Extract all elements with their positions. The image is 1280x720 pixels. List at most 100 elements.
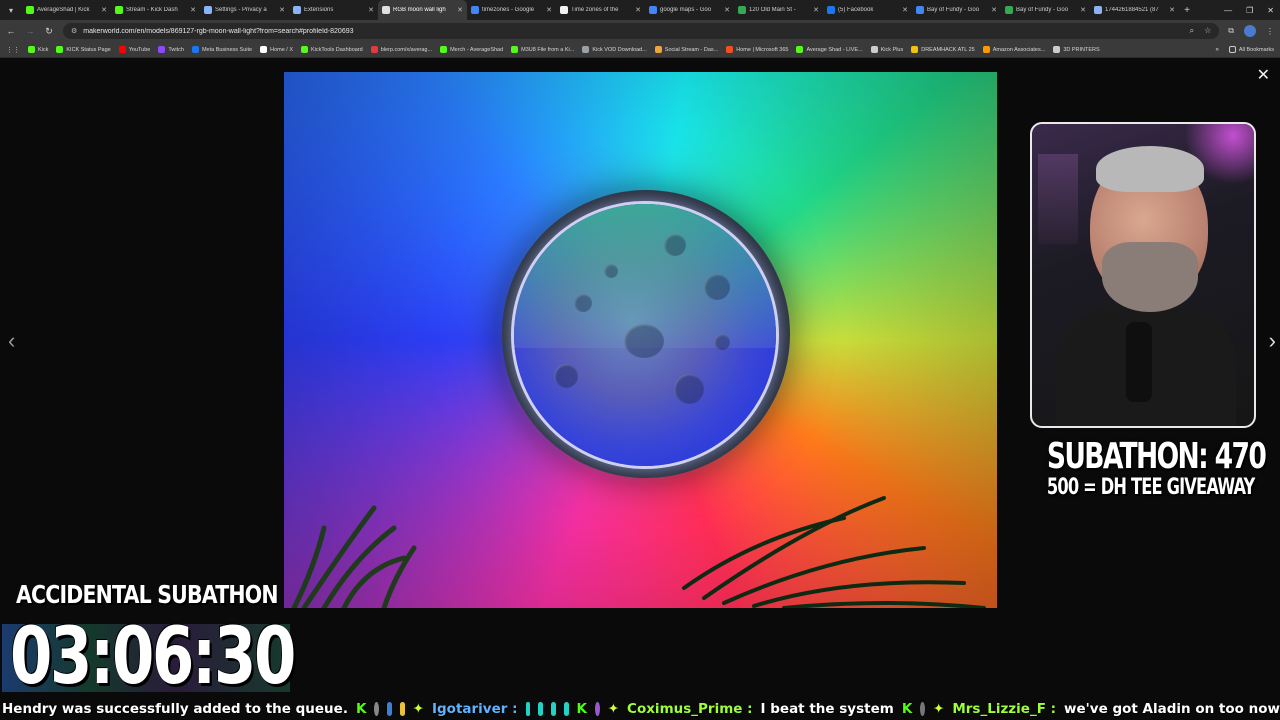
next-image-icon[interactable]: › bbox=[1269, 328, 1276, 354]
moon-crater bbox=[664, 234, 686, 256]
more-bookmarks-icon[interactable]: » bbox=[1216, 47, 1219, 53]
subathon-count: SUBATHON: 470 bbox=[1046, 436, 1267, 477]
browser-tab[interactable]: google maps - Goo ✕ bbox=[645, 0, 734, 20]
close-lightbox-icon[interactable]: ✕ bbox=[1257, 68, 1270, 84]
bookmark-item[interactable]: Merch - AverageShad bbox=[440, 46, 503, 53]
address-url[interactable]: makerworld.com/en/models/869127-rgb-moon… bbox=[83, 28, 1183, 35]
streamer-beard bbox=[1102, 242, 1198, 312]
tab-close-icon[interactable]: ✕ bbox=[1080, 6, 1086, 14]
previous-image-icon[interactable]: ‹ bbox=[8, 328, 15, 354]
tab-label: Bay of Fundy - Goo bbox=[1016, 7, 1069, 13]
tab-close-icon[interactable]: ✕ bbox=[902, 6, 908, 14]
menu-icon[interactable]: ⋮ bbox=[1266, 27, 1274, 36]
bookmark-item[interactable]: DREAMHACK ATL 25 bbox=[911, 46, 975, 53]
browser-tab[interactable]: Stream - Kick Dash ✕ bbox=[111, 0, 200, 20]
bookmark-item[interactable]: Home / X bbox=[260, 46, 293, 53]
bookmark-favicon-icon bbox=[56, 46, 64, 53]
bookmark-favicon-icon bbox=[1053, 46, 1061, 53]
profile-avatar[interactable] bbox=[1244, 25, 1256, 37]
zoom-icon[interactable]: ⌕ bbox=[1190, 26, 1194, 36]
new-tab-button[interactable]: + bbox=[1179, 5, 1195, 16]
bookmark-item[interactable]: 3D PRINTERS bbox=[1053, 46, 1100, 53]
tab-favicon-icon bbox=[26, 6, 34, 14]
bookmark-label: Kick VOD Download... bbox=[592, 46, 647, 53]
tab-close-icon[interactable]: ✕ bbox=[813, 6, 819, 14]
tab-close-icon[interactable]: ✕ bbox=[101, 6, 107, 14]
browser-tab[interactable]: timezones - Google ✕ bbox=[467, 0, 556, 20]
tab-search-icon[interactable]: ▾ bbox=[0, 0, 22, 20]
browser-tab[interactable]: Extensions ✕ bbox=[289, 0, 378, 20]
bookmark-item[interactable]: KickTools Dashboard bbox=[301, 46, 363, 53]
bookmark-label: M3U8 File from a Ki... bbox=[521, 46, 575, 53]
moon-crater bbox=[674, 374, 704, 404]
minimize-icon[interactable]: — bbox=[1224, 6, 1232, 15]
bookmark-item[interactable]: Social Stream - Das... bbox=[654, 46, 719, 53]
tab-close-icon[interactable]: ✕ bbox=[279, 6, 285, 14]
site-info-icon[interactable]: ⚙ bbox=[71, 27, 77, 35]
tab-close-icon[interactable]: ✕ bbox=[991, 6, 997, 14]
badge-icon bbox=[920, 702, 926, 716]
apps-icon[interactable]: ⋮⋮ bbox=[6, 46, 20, 54]
browser-tab[interactable]: (5) Facebook ✕ bbox=[823, 0, 912, 20]
tab-close-icon[interactable]: ✕ bbox=[368, 6, 374, 14]
browser-tab[interactable]: AverageShad | Kick ✕ bbox=[22, 0, 111, 20]
bookmark-item[interactable]: Twitch bbox=[158, 46, 184, 53]
tab-close-icon[interactable]: ✕ bbox=[724, 6, 730, 14]
bookmark-item[interactable]: Meta Business Suite bbox=[191, 46, 252, 53]
tab-favicon-icon bbox=[204, 6, 212, 14]
browser-tab[interactable]: Bay of Fundy - Goo ✕ bbox=[1001, 0, 1090, 20]
all-bookmarks-button[interactable]: All Bookmarks bbox=[1228, 46, 1274, 53]
tab-close-icon[interactable]: ✕ bbox=[635, 6, 641, 14]
bookmark-item[interactable]: YouTube bbox=[118, 46, 150, 53]
moon-crater bbox=[624, 324, 664, 358]
bookmark-favicon-icon bbox=[511, 46, 519, 53]
restore-icon[interactable]: ❐ bbox=[1246, 6, 1253, 15]
tab-close-icon[interactable]: ✕ bbox=[457, 6, 463, 14]
bookmark-star-icon[interactable]: ☆ bbox=[1204, 26, 1211, 36]
close-window-icon[interactable]: ✕ bbox=[1267, 6, 1274, 15]
bookmark-item[interactable]: KICK Status Page bbox=[56, 46, 111, 53]
tab-close-icon[interactable]: ✕ bbox=[546, 6, 552, 14]
bookmark-favicon-icon bbox=[654, 46, 662, 53]
address-bar[interactable]: ⚙ makerworld.com/en/models/869127-rgb-mo… bbox=[63, 23, 1220, 39]
bookmark-item[interactable]: Kick Plus bbox=[870, 46, 904, 53]
reload-icon[interactable]: ↻ bbox=[44, 26, 54, 37]
browser-tab[interactable]: Settings - Privacy a ✕ bbox=[200, 0, 289, 20]
bookmark-item[interactable]: Kick bbox=[28, 46, 48, 53]
bookmark-favicon-icon bbox=[301, 46, 309, 53]
bookmark-item[interactable]: Home | Microsoft 365 bbox=[726, 46, 788, 53]
bookmark-favicon-icon bbox=[796, 46, 804, 53]
bookmark-item[interactable]: Average Shad - LIVE... bbox=[796, 46, 863, 53]
bookmark-item[interactable]: Kick VOD Download... bbox=[582, 46, 647, 53]
bookmark-favicon-icon bbox=[118, 46, 126, 53]
bookmark-favicon-icon bbox=[582, 46, 590, 53]
browser-tab[interactable]: 1744261884521 (87 ✕ bbox=[1090, 0, 1179, 20]
browser-tab[interactable]: Time zones of the ✕ bbox=[556, 0, 645, 20]
bookmark-item[interactable]: Amazon Associates... bbox=[982, 46, 1045, 53]
tab-favicon-icon bbox=[1005, 6, 1013, 14]
browser-tab[interactable]: Bay of Fundy - Goo ✕ bbox=[912, 0, 1001, 20]
tab-label: timezones - Google bbox=[482, 7, 535, 13]
bookmark-item[interactable]: blerp.com/x/averag... bbox=[370, 46, 432, 53]
browser-tab[interactable]: RGB moon wall ligh ✕ bbox=[378, 0, 467, 20]
back-icon[interactable]: ← bbox=[6, 26, 16, 36]
badge-icon bbox=[594, 702, 600, 716]
bookmark-label: KICK Status Page bbox=[66, 46, 111, 53]
tab-favicon-icon bbox=[649, 6, 657, 14]
bookmark-label: Twitch bbox=[168, 46, 184, 53]
bookmark-label: Kick Plus bbox=[880, 46, 904, 53]
browser-tab[interactable]: 120 Old Main St - ✕ bbox=[734, 0, 823, 20]
bookmark-label: DREAMHACK ATL 25 bbox=[921, 46, 975, 53]
browser-toolbar: ← → ↻ ⚙ makerworld.com/en/models/869127-… bbox=[0, 20, 1280, 42]
bookmark-label: Social Stream - Das... bbox=[664, 46, 719, 53]
extensions-icon[interactable]: ⧉ bbox=[1228, 26, 1234, 36]
moon-lamp bbox=[514, 204, 776, 466]
moon-crater bbox=[574, 294, 592, 312]
tab-close-icon[interactable]: ✕ bbox=[190, 6, 196, 14]
subathon-timer: 03:06:30 bbox=[10, 612, 296, 702]
bookmark-item[interactable]: M3U8 File from a Ki... bbox=[511, 46, 574, 53]
chat-ticker: Hendry was successfully added to the que… bbox=[0, 698, 1280, 720]
bookmark-label: Home / X bbox=[270, 46, 294, 53]
tab-close-icon[interactable]: ✕ bbox=[1169, 6, 1175, 14]
forward-icon[interactable]: → bbox=[25, 26, 35, 36]
